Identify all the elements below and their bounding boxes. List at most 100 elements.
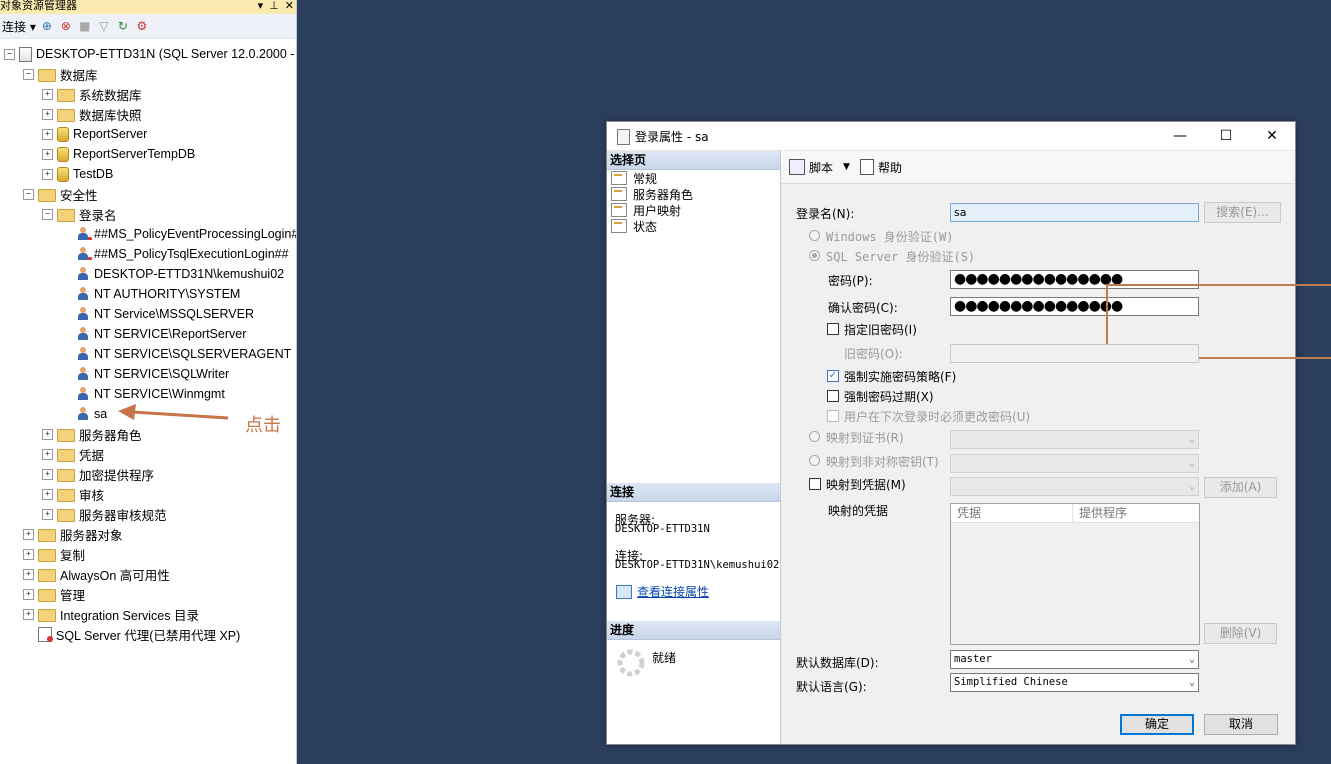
mapped-credentials-table[interactable]: 凭据 提供程序 — [950, 503, 1200, 645]
collapse-icon[interactable]: − — [23, 188, 34, 200]
expand-icon[interactable]: + — [42, 148, 53, 160]
tree-node-label: NT SERVICE\SQLWriter — [94, 367, 230, 381]
tree-node[interactable]: − 数据库 — [23, 64, 98, 84]
tree-node[interactable]: + 系统数据库 — [42, 84, 142, 104]
agent-icon — [38, 626, 53, 642]
page-label: 状态 — [633, 219, 658, 234]
expand-icon[interactable]: + — [23, 568, 34, 580]
explorer-pin-icon[interactable]: ⊥ — [269, 0, 279, 12]
connect-object-icon[interactable]: ⊕ — [39, 18, 55, 34]
chevron-down-icon: ⌄ — [1188, 458, 1195, 469]
map-cert-radio[interactable] — [809, 431, 820, 442]
expand-icon[interactable]: + — [42, 428, 53, 440]
map-credential-checkbox[interactable] — [809, 478, 821, 490]
tree-node[interactable]: + Integration Services 目录 — [23, 604, 199, 624]
page-item-server-roles[interactable]: 服务器角色 — [607, 186, 780, 202]
tree-node[interactable]: − 安全性 — [23, 184, 98, 204]
login-name-input[interactable]: sa — [950, 203, 1199, 222]
tree-node[interactable]: SQL Server 代理(已禁用代理 XP) — [23, 624, 240, 644]
refresh-icon[interactable]: ↻ — [115, 18, 131, 34]
expand-icon[interactable]: + — [42, 88, 53, 100]
tree-node[interactable]: + 服务器角色 — [42, 424, 142, 444]
close-button[interactable]: ✕ — [1249, 122, 1295, 150]
tree-node-label: 审核 — [79, 488, 105, 503]
expand-icon[interactable]: + — [23, 548, 34, 560]
default-database-dropdown[interactable]: master ⌄ — [950, 650, 1199, 669]
tree-node[interactable]: − 登录名 — [42, 204, 117, 224]
connect-button[interactable]: 连接 ▾ — [2, 18, 36, 35]
page-item-user-mapping[interactable]: 用户映射 — [607, 202, 780, 218]
expand-icon[interactable]: + — [42, 108, 53, 120]
explorer-close-icon[interactable]: ✕ — [285, 0, 294, 12]
expand-icon[interactable]: + — [42, 508, 53, 520]
specify-old-password-checkbox[interactable] — [827, 323, 839, 335]
tree-node[interactable]: + 服务器审核规范 — [42, 504, 167, 524]
collapse-icon[interactable]: − — [23, 68, 34, 80]
maximize-button[interactable]: ☐ — [1203, 122, 1249, 150]
add-credential-button[interactable]: 添加(A) — [1204, 477, 1277, 498]
tree-node[interactable]: + 加密提供程序 — [42, 464, 154, 484]
tree-node[interactable]: + TestDB — [42, 164, 113, 184]
must-change-checkbox[interactable] — [827, 410, 839, 422]
tree-node[interactable]: + ReportServerTempDB — [42, 144, 195, 164]
page-item-status[interactable]: 状态 — [607, 218, 780, 234]
expand-icon[interactable]: + — [23, 588, 34, 600]
tree-node[interactable]: + 审核 — [42, 484, 104, 504]
explorer-dropdown-icon[interactable]: ▾ — [258, 0, 264, 12]
filter-icon[interactable]: ▽ — [96, 18, 112, 34]
tree-node[interactable]: NT Service\MSSQLSERVER — [61, 304, 254, 324]
search-button[interactable]: 搜索(E)... — [1204, 202, 1281, 223]
enforce-expiry-label: 强制密码过期(X) — [844, 390, 934, 404]
expand-icon[interactable]: + — [23, 528, 34, 540]
expand-icon[interactable]: + — [42, 128, 53, 140]
tree-node[interactable]: NT SERVICE\SQLSERVERAGENT — [61, 344, 291, 364]
tree-node[interactable]: + 复制 — [23, 544, 85, 564]
asym-key-dropdown[interactable]: ⌄ — [950, 454, 1199, 473]
minimize-button[interactable]: — — [1157, 122, 1203, 150]
tree-node[interactable]: ##MS_PolicyEventProcessingLogin## — [61, 224, 296, 244]
tree-node[interactable]: + ReportServer — [42, 124, 147, 144]
collapse-icon[interactable]: − — [42, 208, 53, 220]
windows-auth-radio[interactable] — [809, 230, 820, 241]
credential-dropdown[interactable]: ⌄ — [950, 477, 1199, 496]
tree-node[interactable]: + 管理 — [23, 584, 85, 604]
view-connection-properties-link[interactable]: 查看连接属性 — [637, 583, 709, 600]
tree-node[interactable]: NT SERVICE\SQLWriter — [61, 364, 229, 384]
tree-node[interactable]: sa — [61, 404, 107, 424]
script-button[interactable]: 脚本 — [809, 159, 833, 176]
tree-node[interactable]: NT SERVICE\ReportServer — [61, 324, 246, 344]
column-header-provider[interactable]: 提供程序 — [1073, 504, 1199, 522]
collapse-icon[interactable]: − — [4, 48, 15, 60]
script-dropdown-icon[interactable]: ▼ — [843, 162, 850, 172]
old-password-input[interactable] — [950, 344, 1199, 363]
remove-credential-button[interactable]: 删除(V) — [1204, 623, 1277, 644]
enforce-expiry-checkbox[interactable] — [827, 390, 839, 402]
sql-auth-radio[interactable] — [809, 250, 820, 261]
map-asym-radio[interactable] — [809, 455, 820, 466]
expand-icon[interactable]: + — [42, 448, 53, 460]
disconnect-icon[interactable]: ⊗ — [58, 18, 74, 34]
tree-node[interactable]: DESKTOP-ETTD31N\kemushui02 — [61, 264, 284, 284]
column-header-credential[interactable]: 凭据 — [951, 504, 1073, 522]
tree-node[interactable]: NT SERVICE\Winmgmt — [61, 384, 225, 404]
tree-node[interactable]: + 服务器对象 — [23, 524, 123, 544]
tree-node[interactable]: − DESKTOP-ETTD31N (SQL Server 12.0.2000 - — [4, 44, 294, 64]
tree-node[interactable]: + 凭据 — [42, 444, 104, 464]
expand-icon[interactable]: + — [42, 468, 53, 480]
help-button[interactable]: 帮助 — [878, 159, 902, 176]
tree-node[interactable]: + 数据库快照 — [42, 104, 142, 124]
summary-icon[interactable]: ⚙ — [134, 18, 150, 34]
enforce-policy-checkbox[interactable]: ✓ — [827, 370, 839, 382]
cert-dropdown[interactable]: ⌄ — [950, 430, 1199, 449]
default-language-dropdown[interactable]: Simplified Chinese ⌄ — [950, 673, 1199, 692]
ok-button[interactable]: 确定 — [1120, 714, 1194, 735]
tree-node[interactable]: NT AUTHORITY\SYSTEM — [61, 284, 240, 304]
expand-icon[interactable]: + — [42, 168, 53, 180]
tree-node[interactable]: ##MS_PolicyTsqlExecutionLogin## — [61, 244, 289, 264]
expand-icon[interactable]: + — [23, 608, 34, 620]
tree-node[interactable]: + AlwaysOn 高可用性 — [23, 564, 170, 584]
cancel-button[interactable]: 取消 — [1204, 714, 1278, 735]
page-item-general[interactable]: 常规 — [607, 170, 780, 186]
expand-icon[interactable]: + — [42, 488, 53, 500]
stop-icon[interactable]: ■ — [77, 18, 93, 34]
